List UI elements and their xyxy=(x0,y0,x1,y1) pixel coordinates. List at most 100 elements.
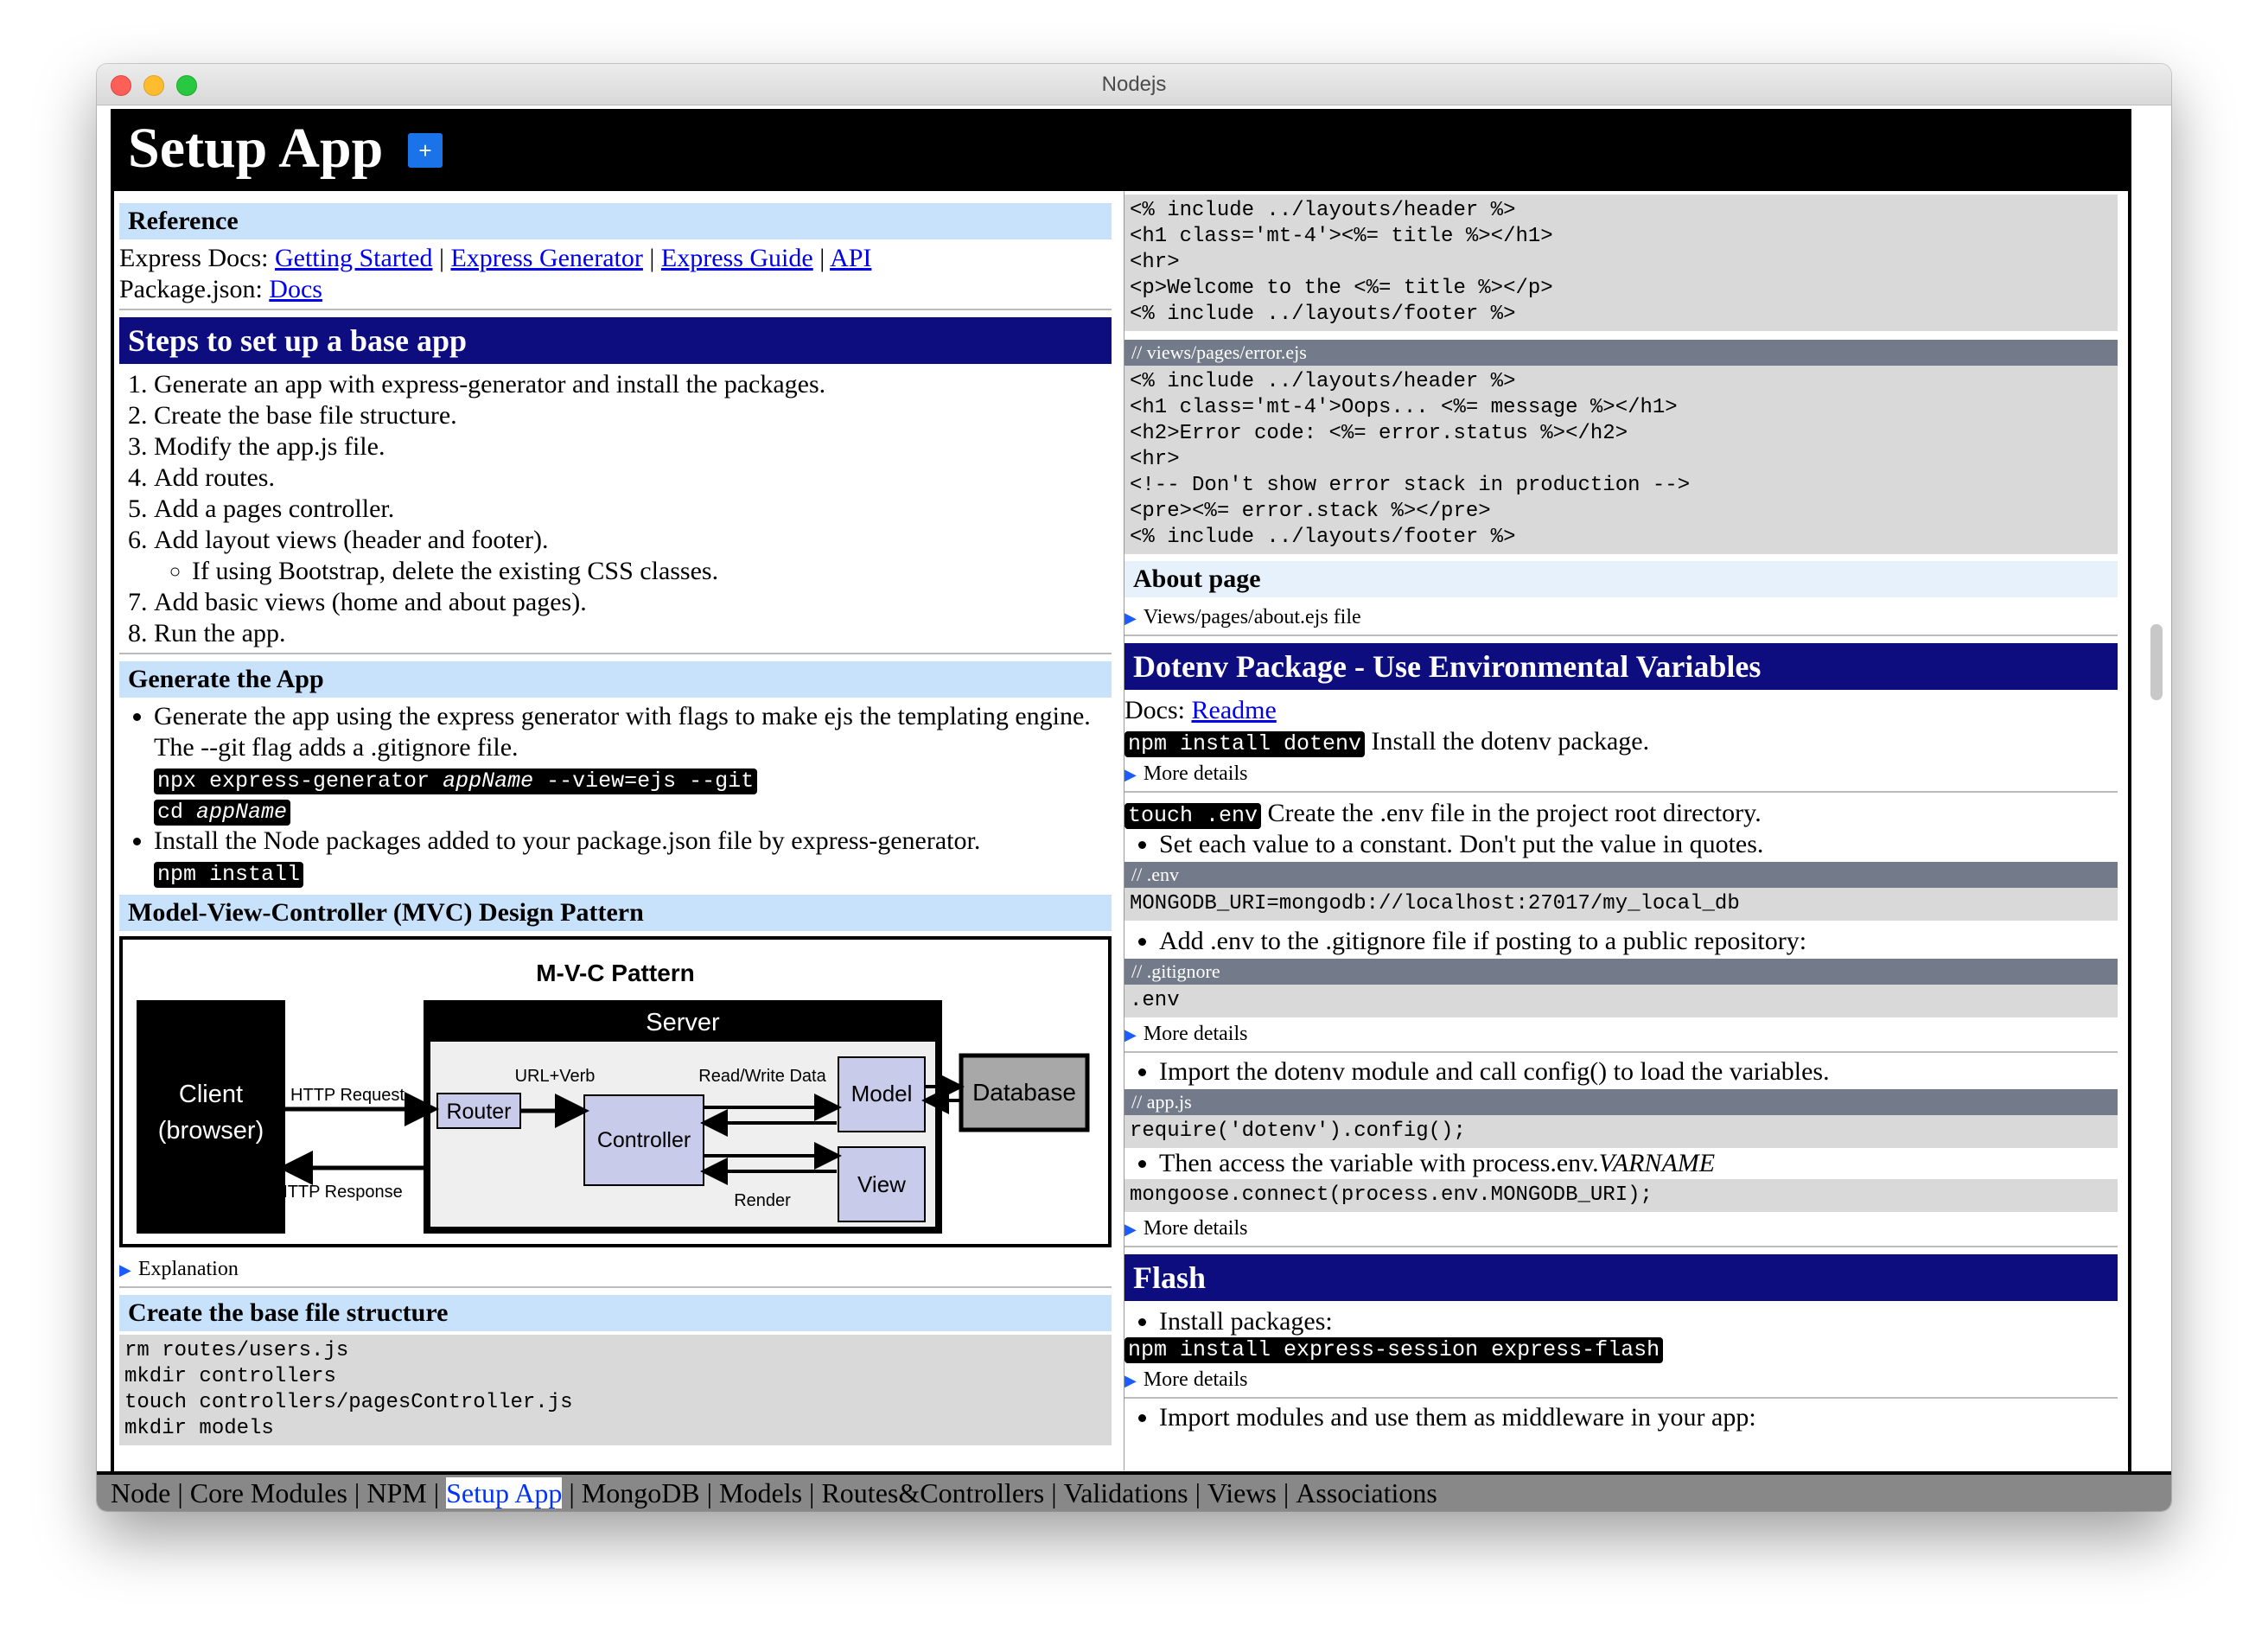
explanation-details[interactable]: ▶ Explanation xyxy=(119,1253,1112,1288)
env-label: // .env xyxy=(1124,862,2118,888)
nav-npm[interactable]: NPM xyxy=(366,1477,426,1508)
cmd-part: --view=ejs --git xyxy=(533,768,755,794)
generate-item: Install the Node packages added to your … xyxy=(154,826,1112,888)
generate-item: Generate the app using the express gener… xyxy=(154,701,1112,826)
app-js-label: // app.js xyxy=(1124,1089,2118,1115)
gitignore-code: .env xyxy=(1124,985,2118,1017)
nav-core-modules[interactable]: Core Modules xyxy=(190,1477,347,1508)
filestructure-heading: Create the base file structure xyxy=(119,1295,1112,1331)
nav-separator: | xyxy=(354,1477,360,1508)
app-window: Nodejs Setup App + Reference Express Doc… xyxy=(97,64,2171,1511)
dotenv-list-3: Import the dotenv module and call config… xyxy=(1124,1056,2118,1087)
bottom-navbar: Node | Core Modules | NPM | Setup App | MongoDB |… xyxy=(97,1471,2171,1511)
close-window-button[interactable] xyxy=(111,75,131,96)
cmd-placeholder: appName xyxy=(443,768,534,794)
disclosure-triangle-icon: ▶ xyxy=(1124,766,1137,783)
step-item: Create the base file structure. xyxy=(154,400,1112,431)
nav-routes-controllers[interactable]: Routes&Controllers xyxy=(821,1477,1044,1508)
dotenv-list-1: Set each value to a constant. Don't put … xyxy=(1124,829,2118,860)
disclosure-triangle-icon: ▶ xyxy=(1124,1026,1137,1043)
flash-item: Install packages: xyxy=(1159,1306,2118,1337)
sub-item: If using Bootstrap, delete the existing … xyxy=(192,556,1112,587)
nav-separator: | xyxy=(706,1477,713,1508)
window-title: Nodejs xyxy=(1101,73,1167,96)
dotenv-docs-line: Docs: Readme xyxy=(1124,695,2118,726)
link-readme[interactable]: Readme xyxy=(1192,696,1277,724)
details-summary: More details xyxy=(1143,1368,1248,1391)
more-details-2[interactable]: ▶ More details xyxy=(1124,1017,2118,1053)
link-package-docs[interactable]: Docs xyxy=(269,275,322,303)
nav-associations[interactable]: Associations xyxy=(1296,1477,1437,1508)
right-column[interactable]: <% include ../layouts/header %> <h1 clas… xyxy=(1124,191,2118,1470)
database-label: Database xyxy=(972,1079,1076,1106)
client-label: Client xyxy=(179,1081,243,1108)
touch-env-line: touch .env Create the .env file in the p… xyxy=(1124,798,2118,829)
url-verb-label: URL+Verb xyxy=(515,1067,596,1086)
flash-more-details[interactable]: ▶ More details xyxy=(1124,1363,2118,1399)
express-docs-line: Express Docs: Getting Started | Express … xyxy=(119,243,1112,274)
main-frame: Reference Express Docs: Getting Started … xyxy=(111,188,2131,1471)
nav-separator: | xyxy=(1283,1477,1290,1508)
touch-text: Create the .env file in the project root… xyxy=(1261,799,1762,827)
cmd-part: npx express-generator xyxy=(157,768,443,794)
title-bar: Nodejs xyxy=(97,64,2171,105)
nav-models[interactable]: Models xyxy=(719,1477,802,1508)
more-details-3[interactable]: ▶ More details xyxy=(1124,1212,2118,1247)
access-code: mongoose.connect(process.env.MONGODB_URI… xyxy=(1124,1179,2118,1212)
zoom-window-button[interactable] xyxy=(176,75,197,96)
nav-setup-app[interactable]: Setup App xyxy=(446,1477,563,1508)
install-text: Install the dotenv package. xyxy=(1365,727,1650,756)
command-touch-env[interactable]: touch .env xyxy=(1124,803,1262,829)
nav-validations[interactable]: Validations xyxy=(1064,1477,1188,1508)
divider xyxy=(119,653,1112,654)
link-express-generator[interactable]: Express Generator xyxy=(450,244,642,272)
left-column[interactable]: Reference Express Docs: Getting Started … xyxy=(119,191,1112,1470)
scrollbar-thumb[interactable] xyxy=(2150,624,2163,700)
flash-item: Import modules and use them as middlewar… xyxy=(1159,1402,2118,1433)
command-cd[interactable]: cd appName xyxy=(154,800,291,826)
docs-label: Docs: xyxy=(1124,696,1185,724)
dotenv-list-2: Add .env to the .gitignore file if posti… xyxy=(1124,926,2118,957)
nav-mongodb[interactable]: MongoDB xyxy=(582,1477,700,1508)
server-label: Server xyxy=(646,1009,720,1036)
varname: VARNAME xyxy=(1598,1149,1716,1177)
nav-node[interactable]: Node xyxy=(111,1477,170,1508)
dotenv-item: Import the dotenv module and call config… xyxy=(1159,1056,2118,1087)
step-item: Add a pages controller. xyxy=(154,494,1112,525)
pipe: | xyxy=(649,244,655,272)
minimize-window-button[interactable] xyxy=(143,75,164,96)
more-details-1[interactable]: ▶ More details xyxy=(1124,757,2118,793)
link-express-guide[interactable]: Express Guide xyxy=(661,244,813,272)
details-summary: More details xyxy=(1143,1217,1248,1240)
step-item: Add routes. xyxy=(154,462,1112,494)
divider xyxy=(119,309,1112,310)
link-getting-started[interactable]: Getting Started xyxy=(275,244,432,272)
link-api[interactable]: API xyxy=(830,244,871,272)
render-label: Render xyxy=(734,1191,791,1210)
generate-heading: Generate the App xyxy=(119,661,1112,698)
dotenv-item: Set each value to a constant. Don't put … xyxy=(1159,829,2118,860)
nav-views[interactable]: Views xyxy=(1207,1477,1277,1508)
step-item: Generate an app with express-generator a… xyxy=(154,369,1112,400)
filestructure-code: rm routes/users.js mkdir controllers tou… xyxy=(119,1335,1112,1445)
command-express-generator[interactable]: npx express-generator appName --view=ejs… xyxy=(154,768,758,794)
command-npm-install-flash[interactable]: npm install express-session express-flas… xyxy=(1124,1337,1664,1363)
plus-icon[interactable]: + xyxy=(408,133,443,168)
http-request-label: HTTP Request xyxy=(290,1086,405,1105)
command-npm-install[interactable]: npm install xyxy=(154,862,304,888)
command-npm-install-dotenv[interactable]: npm install dotenv xyxy=(1124,731,1366,757)
cmd-part: cd xyxy=(157,800,197,825)
generate-text: Generate the app using the express gener… xyxy=(154,702,1091,762)
env-code: MONGODB_URI=mongodb://localhost:27017/my… xyxy=(1124,888,2118,921)
disclosure-triangle-icon: ▶ xyxy=(1124,1221,1137,1238)
step-text: Add layout views (header and footer). xyxy=(154,526,549,554)
details-summary: More details xyxy=(1143,1023,1248,1045)
nav-separator: | xyxy=(1051,1477,1057,1508)
dotenv-item: Add .env to the .gitignore file if posti… xyxy=(1159,926,2118,957)
flash-list-1: Install packages: xyxy=(1124,1306,2118,1337)
nav-separator: | xyxy=(177,1477,183,1508)
dotenv-heading: Dotenv Package - Use Environmental Varia… xyxy=(1124,643,2118,690)
dotenv-list-4: Then access the variable with process.en… xyxy=(1124,1148,2118,1179)
mvc-diagram-svg: M-V-C Pattern Client (browser) Server Ro… xyxy=(137,960,1090,1234)
about-details[interactable]: ▶ Views/pages/about.ejs file xyxy=(1124,601,2118,636)
